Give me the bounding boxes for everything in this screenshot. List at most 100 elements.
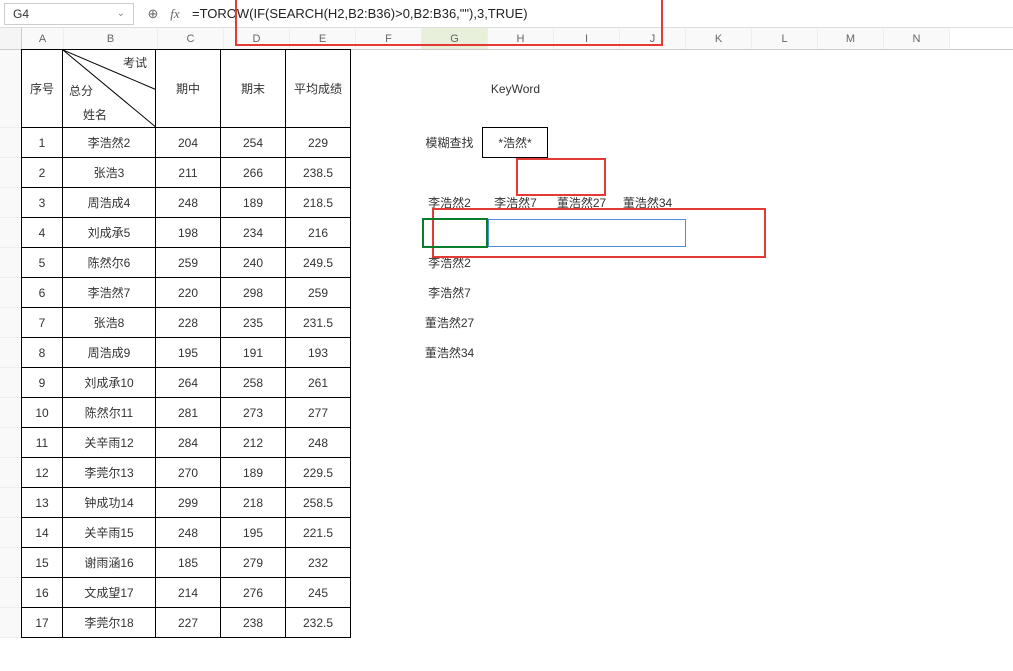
cell-avg[interactable]: 232 (285, 547, 351, 578)
cell[interactable] (747, 578, 813, 608)
cell-midterm[interactable]: 270 (155, 457, 221, 488)
cell-midterm[interactable]: 220 (155, 277, 221, 308)
cell[interactable] (879, 428, 945, 458)
cell-index[interactable]: 1 (21, 127, 63, 158)
cell[interactable] (879, 608, 945, 638)
cell[interactable] (351, 398, 417, 428)
cell[interactable] (813, 428, 879, 458)
cell[interactable] (483, 548, 549, 578)
cell-final[interactable]: 234 (220, 217, 286, 248)
cell[interactable] (813, 248, 879, 278)
col-header-L[interactable]: L (752, 28, 818, 49)
cell-index[interactable]: 5 (21, 247, 63, 278)
cell[interactable] (351, 518, 417, 548)
cell[interactable] (483, 518, 549, 548)
cell[interactable] (879, 50, 945, 128)
cell[interactable] (615, 548, 681, 578)
col-header-I[interactable]: I (554, 28, 620, 49)
cell[interactable] (681, 308, 747, 338)
cell[interactable] (483, 578, 549, 608)
col-header-H[interactable]: H (488, 28, 554, 49)
cell[interactable] (549, 338, 615, 368)
cell-avg[interactable]: 221.5 (285, 517, 351, 548)
cell[interactable] (681, 188, 747, 218)
cell[interactable] (483, 338, 549, 368)
cell-midterm[interactable]: 185 (155, 547, 221, 578)
cell[interactable] (548, 128, 614, 158)
row-header[interactable] (0, 458, 22, 488)
fx-icon[interactable]: fx (164, 6, 186, 22)
cell-index[interactable]: 4 (21, 217, 63, 248)
cell[interactable] (549, 518, 615, 548)
cell[interactable] (614, 128, 680, 158)
header-avg[interactable]: 平均成绩 (285, 49, 351, 128)
row-header[interactable] (0, 518, 22, 548)
cell[interactable] (549, 488, 615, 518)
cell-midterm[interactable]: 211 (155, 157, 221, 188)
cell[interactable] (879, 398, 945, 428)
cell[interactable] (417, 518, 483, 548)
cell[interactable] (417, 428, 483, 458)
cell[interactable] (615, 608, 681, 638)
cell-final[interactable]: 254 (220, 127, 286, 158)
cell-final[interactable]: 189 (220, 187, 286, 218)
cell[interactable] (747, 50, 813, 128)
cell[interactable] (879, 158, 945, 188)
cell[interactable] (483, 248, 549, 278)
expand-icon[interactable]: ⊕ (142, 6, 164, 22)
cell-final[interactable]: 279 (220, 547, 286, 578)
cell[interactable] (813, 578, 879, 608)
cell[interactable] (681, 218, 747, 248)
cell[interactable] (813, 518, 879, 548)
cell[interactable] (615, 368, 681, 398)
result-col-cell[interactable]: 李浩然7 (417, 278, 483, 308)
cell-avg[interactable]: 259 (285, 277, 351, 308)
cell-final[interactable]: 191 (220, 337, 286, 368)
cell-final[interactable]: 276 (220, 577, 286, 608)
cell-avg[interactable]: 193 (285, 337, 351, 368)
cell[interactable] (680, 128, 746, 158)
cell-final[interactable]: 298 (220, 277, 286, 308)
cell[interactable] (813, 188, 879, 218)
search-label[interactable]: 模糊查找 (417, 128, 483, 158)
cell-midterm[interactable]: 198 (155, 217, 221, 248)
row-header[interactable] (0, 608, 22, 638)
cell[interactable] (351, 50, 417, 128)
cell-name[interactable]: 李浩然2 (62, 127, 156, 158)
cell[interactable] (681, 278, 747, 308)
cell[interactable] (351, 218, 417, 248)
cell[interactable] (879, 278, 945, 308)
cell-index[interactable]: 12 (21, 457, 63, 488)
cell[interactable] (549, 428, 615, 458)
cell[interactable] (879, 308, 945, 338)
cell[interactable] (417, 458, 483, 488)
cell[interactable] (615, 488, 681, 518)
cell[interactable] (351, 158, 417, 188)
cell-midterm[interactable]: 284 (155, 427, 221, 458)
header-diagonal-cell[interactable]: 考试总分姓名 (62, 49, 156, 128)
cell-index[interactable]: 11 (21, 427, 63, 458)
cell[interactable] (351, 458, 417, 488)
cell[interactable] (747, 188, 813, 218)
cell[interactable] (483, 458, 549, 488)
cell[interactable] (812, 128, 878, 158)
cell-avg[interactable]: 238.5 (285, 157, 351, 188)
row-header[interactable] (0, 398, 22, 428)
result-col-cell[interactable]: 董浩然27 (417, 308, 483, 338)
cell-avg[interactable]: 245 (285, 577, 351, 608)
row-header[interactable] (0, 548, 22, 578)
cell[interactable] (351, 308, 417, 338)
cell[interactable] (879, 548, 945, 578)
cell-name[interactable]: 李浩然7 (62, 277, 156, 308)
cell[interactable] (879, 188, 945, 218)
cell[interactable] (417, 398, 483, 428)
cell-name[interactable]: 周浩成4 (62, 187, 156, 218)
row-header[interactable] (0, 488, 22, 518)
cell[interactable] (813, 458, 879, 488)
cell[interactable] (879, 248, 945, 278)
cell[interactable] (813, 50, 879, 128)
col-header-K[interactable]: K (686, 28, 752, 49)
cell[interactable] (549, 548, 615, 578)
cell-name[interactable]: 李莞尔18 (62, 607, 156, 638)
cell[interactable] (747, 368, 813, 398)
